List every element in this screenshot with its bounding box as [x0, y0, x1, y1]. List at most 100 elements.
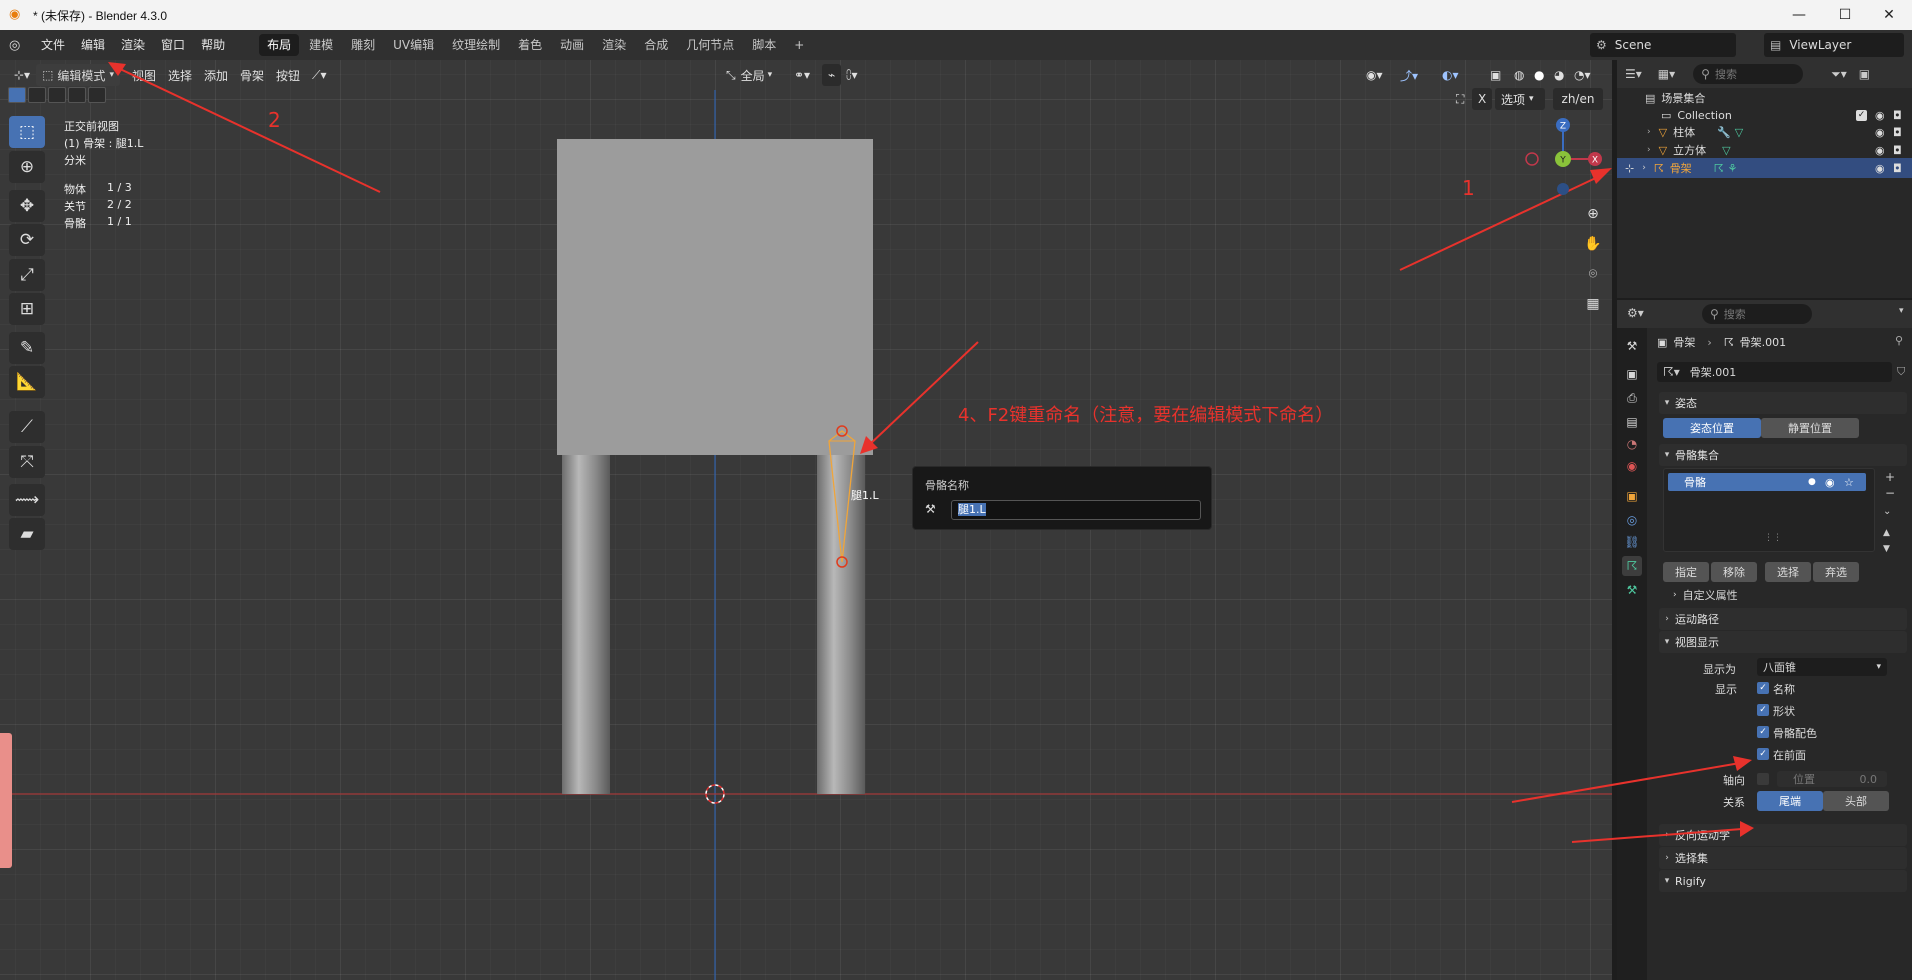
outliner-item-armature[interactable]: ⊹ › ☈ 骨架 ☈ ⚘ ◉ ◘ — [1617, 158, 1912, 178]
display-mode-icon[interactable]: ▦▾ — [1658, 67, 1675, 81]
menu-chevron-icon[interactable]: ⌄ — [1883, 506, 1891, 517]
right-leg-cylinder[interactable] — [817, 454, 865, 794]
scene-tab-icon[interactable]: ◔ — [1622, 434, 1642, 454]
remove-icon[interactable]: − — [1885, 486, 1895, 500]
expand-chevron-icon[interactable]: › — [1642, 163, 1646, 173]
output-tab-icon[interactable]: ⎙ — [1622, 388, 1642, 408]
blender-menu-icon[interactable]: ◎ — [9, 38, 25, 53]
show-shape-checkbox[interactable]: ✓ — [1757, 704, 1769, 716]
move-up-icon[interactable]: ▲ — [1883, 528, 1890, 538]
eye-icon[interactable]: ◉ — [1875, 162, 1885, 175]
object-tab-icon[interactable]: ▣ — [1622, 486, 1642, 506]
eye-icon[interactable]: ◉ — [1875, 126, 1885, 139]
camera-icon[interactable]: ◘ — [1893, 109, 1902, 122]
cube-mesh[interactable] — [557, 139, 873, 455]
tab-animation[interactable]: 动画 — [552, 34, 592, 56]
camera-icon[interactable]: ◘ — [1893, 126, 1902, 139]
outliner-item-cube[interactable]: › ▽ 立方体 ▽ ◉ ◘ — [1617, 140, 1912, 160]
close-button[interactable]: ✕ — [1866, 0, 1912, 30]
remove-button[interactable]: 移除 — [1711, 562, 1757, 582]
axes-position-field[interactable]: 位置 0.0 — [1777, 771, 1887, 787]
chevron-down-icon[interactable]: ▾ — [1899, 306, 1904, 316]
tab-layout[interactable]: 布局 — [259, 34, 300, 56]
constraint-tab-icon[interactable]: ⛓ — [1622, 532, 1642, 552]
bone-collections-panel-header[interactable]: ▾ 骨骼集合 — [1659, 444, 1907, 466]
tab-shading[interactable]: 着色 — [510, 34, 550, 56]
motion-paths-panel-header[interactable]: › 运动路径 — [1659, 608, 1907, 630]
camera-view-icon[interactable]: ⌾ — [1579, 260, 1607, 288]
rest-position-button[interactable]: 静置位置 — [1761, 418, 1859, 438]
maximize-button[interactable]: ☐ — [1822, 0, 1868, 30]
armature-data-tab-icon[interactable]: ☈ — [1622, 556, 1642, 576]
assign-button[interactable]: 指定 — [1663, 562, 1709, 582]
tab-sculpting[interactable]: 雕刻 — [343, 34, 383, 56]
menu-edit[interactable]: 编辑 — [73, 30, 113, 60]
tab-texture-paint[interactable]: 纹理绘制 — [444, 34, 508, 56]
minimize-button[interactable]: — — [1776, 0, 1822, 30]
add-workspace-button[interactable]: + — [786, 34, 812, 56]
zoom-icon[interactable]: ⊕ — [1579, 200, 1607, 228]
grid-toggle-icon[interactable]: ▦ — [1579, 290, 1607, 318]
pose-position-button[interactable]: 姿态位置 — [1663, 418, 1761, 438]
tab-geometry-nodes[interactable]: 几何节点 — [678, 34, 742, 56]
star-icon[interactable]: ☆ — [1844, 476, 1854, 489]
tool-tab-icon[interactable]: ⚒ — [1622, 336, 1642, 356]
add-icon[interactable]: + — [1885, 470, 1895, 484]
tab-uv-editing[interactable]: UV编辑 — [385, 34, 442, 56]
tail-button[interactable]: 尾端 — [1757, 791, 1823, 811]
tab-rendering[interactable]: 渲染 — [594, 34, 634, 56]
custom-properties-subpanel[interactable]: › 自定义属性 — [1673, 587, 1738, 603]
edit-mode-indicator-icon[interactable]: ⊹ — [1625, 162, 1634, 175]
show-name-checkbox[interactable]: ✓ — [1757, 682, 1769, 694]
outliner-item-cylinder[interactable]: › ▽ 柱体 🔧 ▽ ◉ ◘ — [1617, 122, 1912, 142]
in-front-checkbox[interactable]: ✓ — [1757, 748, 1769, 760]
camera-icon[interactable]: ◘ — [1893, 162, 1902, 175]
viewlayer-selector[interactable]: ▤ ViewLayer — [1764, 33, 1904, 57]
viewport-display-panel-header[interactable]: ▾ 视图显示 — [1659, 631, 1907, 653]
pose-panel-header[interactable]: ▾ 姿态 — [1659, 392, 1907, 414]
new-collection-icon[interactable]: ▣ — [1859, 67, 1870, 81]
outliner-search-input[interactable]: ⚲ 搜索 — [1693, 64, 1804, 84]
3d-viewport[interactable]: ⊹▾ ⬚ 编辑模式 ▾ 视图 选择 添加 骨架 按钮 ⟋▾ ⤡ 全局 ▾ ⚭▾ … — [0, 60, 1612, 980]
head-button[interactable]: 头部 — [1823, 791, 1889, 811]
menu-render[interactable]: 渲染 — [113, 30, 153, 60]
expand-chevron-icon[interactable]: › — [1647, 127, 1651, 137]
axes-checkbox[interactable] — [1757, 773, 1769, 785]
menu-help[interactable]: 帮助 — [193, 30, 233, 60]
tab-scripting[interactable]: 脚本 — [744, 34, 784, 56]
eye-icon[interactable]: ◉ — [1875, 109, 1885, 122]
expand-chevron-icon[interactable]: › — [1647, 145, 1651, 155]
camera-icon[interactable]: ◘ — [1893, 144, 1902, 157]
left-leg-cylinder[interactable] — [562, 454, 610, 794]
rigify-panel-header[interactable]: ▾ Rigify — [1659, 870, 1907, 892]
display-as-dropdown[interactable]: 八面锥 ▾ — [1757, 658, 1887, 676]
scene-selector[interactable]: ⚙ Scene — [1590, 33, 1736, 57]
eye-icon[interactable]: ◉ — [1825, 476, 1835, 489]
bone-colors-checkbox[interactable]: ✓ — [1757, 726, 1769, 738]
outliner-editor-icon[interactable]: ☰▾ — [1625, 67, 1642, 81]
side-panel-tab[interactable] — [0, 733, 12, 868]
tab-compositing[interactable]: 合成 — [636, 34, 676, 56]
properties-search-input[interactable]: ⚲ 搜索 — [1702, 304, 1812, 324]
menu-file[interactable]: 文件 — [33, 30, 73, 60]
menu-window[interactable]: 窗口 — [153, 30, 193, 60]
ik-panel-header[interactable]: › 反向运动学 — [1659, 824, 1907, 846]
move-down-icon[interactable]: ▼ — [1883, 544, 1890, 554]
selection-sets-panel-header[interactable]: › 选择集 — [1659, 847, 1907, 869]
checkbox-icon[interactable]: ✓ — [1856, 109, 1867, 121]
bone-collection-item[interactable]: 骨骼 ● ◉ ☆ — [1668, 473, 1866, 491]
fake-user-icon[interactable]: ⛉ — [1897, 365, 1905, 379]
pan-hand-icon[interactable]: ✋ — [1579, 230, 1607, 258]
armature-data-selector[interactable]: ☈▾ 骨架.001 — [1657, 362, 1892, 382]
select-button[interactable]: 选择 — [1765, 562, 1811, 582]
resize-handle-icon[interactable]: ⋮⋮ — [1764, 533, 1782, 543]
properties-editor-icon[interactable]: ⚙▾ — [1627, 306, 1644, 320]
view-layer-tab-icon[interactable]: ▤ — [1622, 412, 1642, 432]
world-tab-icon[interactable]: ◉ — [1622, 456, 1642, 476]
bone-tab-icon[interactable]: ⚒ — [1622, 580, 1642, 600]
eye-icon[interactable]: ◉ — [1875, 144, 1885, 157]
render-tab-icon[interactable]: ▣ — [1622, 364, 1642, 384]
pin-icon[interactable]: ⚲ — [1895, 334, 1903, 347]
bone-name-input[interactable]: 腿1.L — [951, 500, 1201, 520]
physics-tab-icon[interactable]: ◎ — [1622, 510, 1642, 530]
